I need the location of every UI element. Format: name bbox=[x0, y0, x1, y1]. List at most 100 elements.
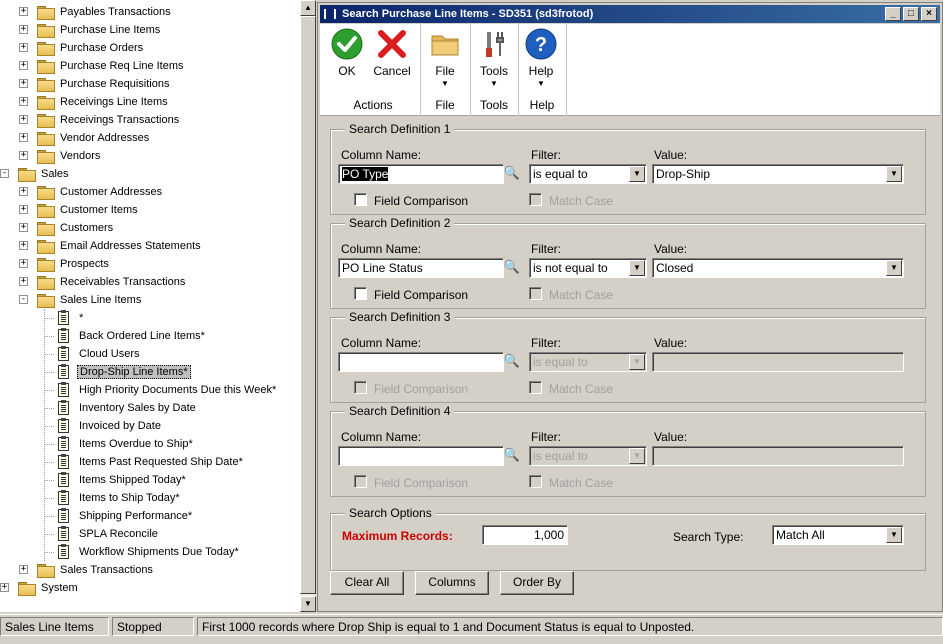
window-titlebar[interactable]: Search Purchase Line Items - SD351 (sd3f… bbox=[320, 5, 940, 23]
minimize-button[interactable]: _ bbox=[885, 7, 901, 21]
tree-item-folder[interactable]: Sales bbox=[18, 165, 71, 183]
tree-item-folder[interactable]: Customers bbox=[37, 219, 115, 237]
expand-icon[interactable]: + bbox=[19, 277, 28, 286]
search-type-select[interactable]: Match All ▼ bbox=[772, 525, 904, 545]
tree-item-folder[interactable]: Receivings Line Items bbox=[37, 93, 170, 111]
column-name-input[interactable]: PO Type bbox=[338, 164, 504, 184]
column-name-input[interactable]: PO Line Status bbox=[338, 258, 504, 278]
lookup-icon[interactable]: 🔍 bbox=[502, 352, 522, 372]
expand-icon[interactable]: + bbox=[19, 61, 28, 70]
tree-item-folder[interactable]: Prospects bbox=[37, 255, 111, 273]
tree-item-folder[interactable]: Purchase Orders bbox=[37, 39, 145, 57]
lookup-icon[interactable]: 🔍 bbox=[502, 164, 522, 184]
report-icon bbox=[58, 382, 69, 397]
filter-value: is equal to bbox=[533, 167, 588, 181]
tree-item-report[interactable]: Shipping Performance* bbox=[58, 507, 194, 525]
expand-icon[interactable]: + bbox=[19, 115, 28, 124]
field-comparison-checkbox[interactable] bbox=[354, 287, 367, 300]
chevron-down-icon[interactable]: ▼ bbox=[886, 166, 902, 182]
tree-item-folder[interactable]: Receivings Transactions bbox=[37, 111, 181, 129]
tree-item-folder[interactable]: Customer Addresses bbox=[37, 183, 164, 201]
maximize-button[interactable]: □ bbox=[903, 7, 919, 21]
tree-item-label: Sales bbox=[41, 168, 69, 180]
chevron-down-icon[interactable]: ▼ bbox=[886, 260, 902, 276]
tools-menu-button[interactable]: Tools ▼ bbox=[476, 28, 512, 88]
tree-item-label: Receivables Transactions bbox=[60, 276, 186, 288]
ok-button[interactable]: OK bbox=[328, 28, 366, 78]
expand-icon[interactable]: + bbox=[19, 223, 28, 232]
tree-item-report[interactable]: Items Past Requested Ship Date* bbox=[58, 453, 245, 471]
tree-item-report[interactable]: Inventory Sales by Date bbox=[58, 399, 198, 417]
value-select[interactable]: Closed ▼ bbox=[652, 258, 904, 278]
tree-item-report[interactable]: High Priority Documents Due this Week* bbox=[58, 381, 278, 399]
chevron-down-icon[interactable]: ▼ bbox=[886, 527, 902, 543]
tree-item-report[interactable]: Back Ordered Line Items* bbox=[58, 327, 207, 345]
expand-icon[interactable]: + bbox=[19, 25, 28, 34]
tree-item-folder[interactable]: Purchase Req Line Items bbox=[37, 57, 186, 75]
expand-icon[interactable]: + bbox=[19, 133, 28, 142]
lookup-icon[interactable]: 🔍 bbox=[502, 258, 522, 278]
tree-item-report[interactable]: Items Shipped Today* bbox=[58, 471, 188, 489]
file-menu-button[interactable]: File ▼ bbox=[428, 28, 462, 88]
chevron-down-icon[interactable]: ▼ bbox=[629, 260, 645, 276]
scroll-down-button[interactable]: ▼ bbox=[300, 596, 316, 612]
cancel-button[interactable]: Cancel bbox=[372, 28, 412, 78]
expand-icon[interactable]: + bbox=[19, 151, 28, 160]
tree-item-report[interactable]: Workflow Shipments Due Today* bbox=[58, 543, 241, 561]
columns-button[interactable]: Columns bbox=[415, 571, 489, 595]
tree-item-report[interactable]: Drop-Ship Line Items* bbox=[58, 363, 191, 381]
tree-item-folder[interactable]: Sales Line Items bbox=[37, 291, 143, 309]
collapse-icon[interactable]: - bbox=[0, 169, 9, 178]
expand-icon[interactable]: + bbox=[19, 241, 28, 250]
tree-item-folder[interactable]: Payables Transactions bbox=[37, 3, 173, 21]
expand-icon[interactable]: + bbox=[19, 259, 28, 268]
value-select[interactable]: Drop-Ship ▼ bbox=[652, 164, 904, 184]
clear-all-button[interactable]: Clear All bbox=[330, 571, 404, 595]
tree-item-folder[interactable]: Vendors bbox=[37, 147, 102, 165]
help-menu-button[interactable]: ? Help ▼ bbox=[524, 28, 558, 88]
tree-item-label: Sales Line Items bbox=[60, 294, 142, 306]
column-name-input[interactable] bbox=[338, 446, 504, 466]
tree-item-folder[interactable]: Vendor Addresses bbox=[37, 129, 151, 147]
tree-connector bbox=[44, 336, 54, 337]
tree-item-report[interactable]: Cloud Users bbox=[58, 345, 142, 363]
chevron-down-icon: ▼ bbox=[537, 79, 545, 88]
filter-select[interactable]: is equal to ▼ bbox=[529, 164, 647, 184]
expand-icon[interactable]: + bbox=[19, 205, 28, 214]
max-records-input[interactable]: 1,000 bbox=[482, 525, 568, 545]
tree-item-folder[interactable]: Email Addresses Statements bbox=[37, 237, 203, 255]
order-by-button[interactable]: Order By bbox=[500, 571, 574, 595]
scroll-thumb[interactable] bbox=[300, 16, 316, 594]
tree-scrollbar[interactable]: ▲ ▼ bbox=[300, 0, 316, 612]
chevron-down-icon: ▼ bbox=[629, 448, 645, 464]
close-window-button[interactable]: × bbox=[921, 7, 937, 21]
tree-item-folder[interactable]: Receivables Transactions bbox=[37, 273, 187, 291]
field-comparison-checkbox[interactable] bbox=[354, 193, 367, 206]
expand-icon[interactable]: + bbox=[0, 583, 9, 592]
tree-item-report[interactable]: Invoiced by Date bbox=[58, 417, 163, 435]
scroll-up-button[interactable]: ▲ bbox=[300, 0, 316, 16]
expand-icon[interactable]: + bbox=[19, 565, 28, 574]
expand-icon[interactable]: + bbox=[19, 187, 28, 196]
search-definition-group: Search Definition 2 Column Name: Filter: Va… bbox=[330, 216, 926, 309]
tree-item-folder[interactable]: System bbox=[18, 579, 80, 597]
collapse-icon[interactable]: - bbox=[19, 295, 28, 304]
tree-item-report[interactable]: SPLA Reconcile bbox=[58, 525, 160, 543]
tree-item-report[interactable]: Items Overdue to Ship* bbox=[58, 435, 195, 453]
tree-item-folder[interactable]: Customer Items bbox=[37, 201, 140, 219]
tree-item-report[interactable]: Items to Ship Today* bbox=[58, 489, 182, 507]
expand-icon[interactable]: + bbox=[19, 7, 28, 16]
tree-item-folder[interactable]: Purchase Line Items bbox=[37, 21, 162, 39]
chevron-down-icon[interactable]: ▼ bbox=[629, 166, 645, 182]
tree-item-report[interactable]: * bbox=[58, 309, 85, 327]
tree-item-folder[interactable]: Sales Transactions bbox=[37, 561, 155, 579]
tree-item-folder[interactable]: Purchase Requisitions bbox=[37, 75, 171, 93]
column-name-input[interactable] bbox=[338, 352, 504, 372]
expand-icon[interactable]: + bbox=[19, 43, 28, 52]
lookup-icon[interactable]: 🔍 bbox=[502, 446, 522, 466]
expand-icon[interactable]: + bbox=[19, 97, 28, 106]
expand-icon[interactable]: + bbox=[19, 79, 28, 88]
filter-value: is equal to bbox=[533, 355, 588, 369]
folder-icon bbox=[37, 42, 55, 56]
filter-select[interactable]: is not equal to ▼ bbox=[529, 258, 647, 278]
